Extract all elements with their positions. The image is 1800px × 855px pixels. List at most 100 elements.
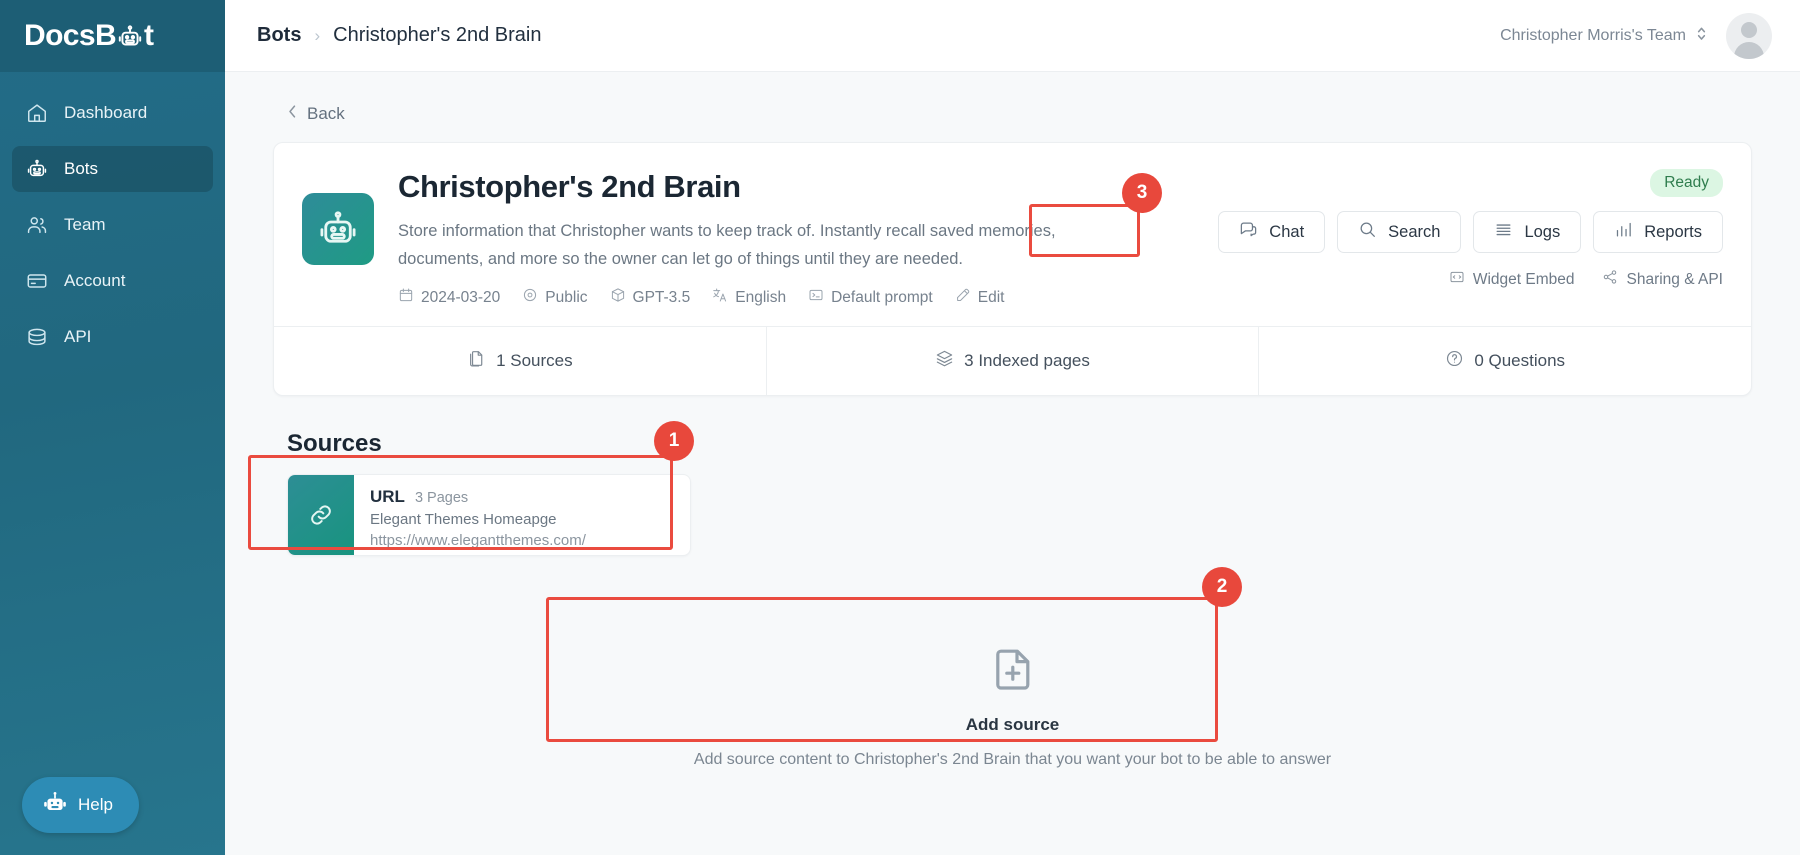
meta-visibility-label: Public bbox=[545, 288, 588, 306]
reports-button-label: Reports bbox=[1644, 222, 1702, 241]
help-button[interactable]: Help bbox=[22, 777, 139, 833]
source-body: URL 3 Pages Elegant Themes Homeapge http… bbox=[354, 475, 586, 555]
chat-button[interactable]: Chat bbox=[1218, 211, 1326, 253]
sidebar-item-label-team: Team bbox=[64, 215, 106, 234]
logo-text: Docs B t bbox=[24, 19, 154, 53]
source-page-count: 3 Pages bbox=[414, 490, 469, 507]
link-icon bbox=[311, 505, 331, 526]
sidebar-item-account[interactable]: Account bbox=[12, 258, 213, 304]
edit-bot-label: Edit bbox=[977, 288, 1005, 306]
stat-sources[interactable]: 1 Sources bbox=[274, 327, 766, 395]
stat-indexed-pages[interactable]: 3 Indexed pages bbox=[765, 327, 1259, 396]
logo-text-after: t bbox=[144, 19, 154, 52]
add-source-subtitle: Add source content to Christopher's 2nd … bbox=[693, 751, 1332, 769]
breadcrumb-bots-link[interactable]: Bots bbox=[257, 24, 301, 47]
logo-robot-icon bbox=[117, 24, 143, 50]
calendar-icon bbox=[398, 287, 414, 308]
add-source-title: Add source bbox=[965, 715, 1060, 735]
sources-list: URL 3 Pages Elegant Themes Homeapge http… bbox=[273, 474, 1752, 557]
page-title: Christopher's 2nd Brain bbox=[398, 169, 741, 204]
meta-visibility: Public bbox=[522, 287, 588, 308]
sidebar-item-label-dashboard: Dashboard bbox=[64, 103, 148, 122]
widget-embed-icon bbox=[1449, 269, 1465, 290]
layers-icon bbox=[935, 349, 954, 373]
avatar-head bbox=[1741, 21, 1757, 38]
page-content: Back Christopher's 2nd Brain Store infor… bbox=[225, 72, 1800, 855]
reports-button[interactable]: Reports bbox=[1593, 211, 1723, 253]
logs-button[interactable]: Logs bbox=[1473, 211, 1582, 253]
stat-questions-label: 0 Questions bbox=[1474, 351, 1566, 371]
sources-heading: Sources bbox=[287, 430, 382, 458]
sidebar-item-api[interactable]: API bbox=[12, 314, 213, 360]
topbar-right: Christopher Morris's Team bbox=[1500, 12, 1772, 59]
logo-text-b: B bbox=[94, 19, 117, 52]
stat-questions[interactable]: 0 Questions bbox=[1258, 327, 1751, 396]
sidebar-item-bots[interactable]: Bots bbox=[12, 146, 213, 192]
home-icon bbox=[26, 102, 48, 124]
back-link[interactable]: Back bbox=[287, 104, 1752, 124]
sidebar-nav: Dashboard Bots Team Account API bbox=[0, 90, 225, 370]
meta-prompt: Default prompt bbox=[808, 287, 933, 308]
users-icon bbox=[26, 214, 48, 236]
source-title-row: URL 3 Pages bbox=[370, 487, 586, 507]
logs-icon bbox=[1494, 220, 1513, 244]
logs-button-label: Logs bbox=[1524, 222, 1561, 241]
topbar: Bots › Christopher's 2nd Brain Christoph… bbox=[225, 0, 1800, 72]
source-url: https://www.elegantthemes.com/ bbox=[370, 531, 586, 549]
chevron-left-icon bbox=[287, 104, 298, 124]
sidebar: Docs B t Dashboard Bots Team Account API… bbox=[0, 0, 225, 855]
breadcrumb: Bots › Christopher's 2nd Brain bbox=[257, 24, 542, 47]
widget-embed-label: Widget Embed bbox=[1472, 270, 1575, 288]
search-button-label: Search bbox=[1388, 222, 1441, 241]
meta-model-label: GPT-3.5 bbox=[632, 288, 691, 306]
sidebar-item-label-bots: Bots bbox=[64, 159, 99, 178]
add-source-panel[interactable]: Add source Add source content to Christo… bbox=[287, 608, 1738, 803]
document-icon bbox=[467, 349, 486, 373]
meta-model: GPT-3.5 bbox=[610, 287, 691, 308]
sidebar-item-team[interactable]: Team bbox=[12, 202, 213, 248]
share-links-row: Widget Embed Sharing & API bbox=[1449, 269, 1723, 290]
sidebar-item-label-account: Account bbox=[64, 271, 126, 290]
bot-avatar bbox=[302, 193, 374, 265]
widget-embed-link[interactable]: Widget Embed bbox=[1449, 269, 1575, 290]
meta-created-date: 2024-03-20 bbox=[398, 287, 500, 308]
meta-language-label: English bbox=[735, 288, 787, 306]
bot-stats-row: 1 Sources 3 Indexed pages 0 Questions bbox=[274, 326, 1751, 396]
document-plus-icon bbox=[989, 644, 1037, 697]
help-button-label: Help bbox=[78, 795, 113, 814]
bot-info: Christopher's 2nd Brain Store informatio… bbox=[398, 169, 1218, 308]
stat-sources-label: 1 Sources bbox=[496, 351, 573, 371]
avatar[interactable] bbox=[1726, 12, 1772, 59]
robot-icon bbox=[320, 211, 356, 243]
bot-meta-row: 2024-03-20 Public GPT-3.5 English Defaul… bbox=[398, 287, 1194, 308]
sharing-api-label: Sharing & API bbox=[1626, 270, 1723, 288]
source-type: URL bbox=[370, 487, 405, 507]
meta-language: English bbox=[712, 287, 786, 308]
status-badge: Ready bbox=[1650, 169, 1723, 197]
meta-prompt-label: Default prompt bbox=[831, 288, 933, 306]
breadcrumb-separator-icon: › bbox=[314, 25, 321, 45]
search-button[interactable]: Search bbox=[1337, 211, 1462, 253]
robot-icon bbox=[26, 158, 48, 180]
pencil-icon bbox=[955, 287, 971, 308]
source-card[interactable]: URL 3 Pages Elegant Themes Homeapge http… bbox=[287, 474, 691, 557]
question-icon bbox=[1445, 349, 1464, 373]
edit-bot-link[interactable]: Edit bbox=[955, 287, 1005, 308]
sidebar-item-label-api: API bbox=[64, 327, 92, 346]
bot-actions-column: Ready Chat Search Logs Reports Widget Em… bbox=[1218, 169, 1723, 308]
logo-text-before: Docs bbox=[24, 19, 96, 52]
sharing-api-link[interactable]: Sharing & API bbox=[1602, 269, 1723, 290]
breadcrumb-current: Christopher's 2nd Brain bbox=[333, 24, 542, 46]
translate-icon bbox=[712, 287, 728, 308]
credit-card-icon bbox=[26, 270, 48, 292]
source-thumbnail bbox=[288, 475, 354, 556]
sidebar-item-dashboard[interactable]: Dashboard bbox=[12, 90, 213, 136]
app-logo[interactable]: Docs B t bbox=[0, 0, 225, 72]
prompt-icon bbox=[808, 287, 824, 308]
main-region: Bots › Christopher's 2nd Brain Christoph… bbox=[225, 0, 1800, 855]
reports-icon bbox=[1614, 220, 1633, 244]
team-switcher[interactable]: Christopher Morris's Team bbox=[1500, 25, 1708, 47]
help-robot-icon bbox=[42, 790, 68, 821]
bot-action-buttons: Chat Search Logs Reports bbox=[1218, 211, 1723, 253]
back-link-label: Back bbox=[307, 104, 345, 123]
